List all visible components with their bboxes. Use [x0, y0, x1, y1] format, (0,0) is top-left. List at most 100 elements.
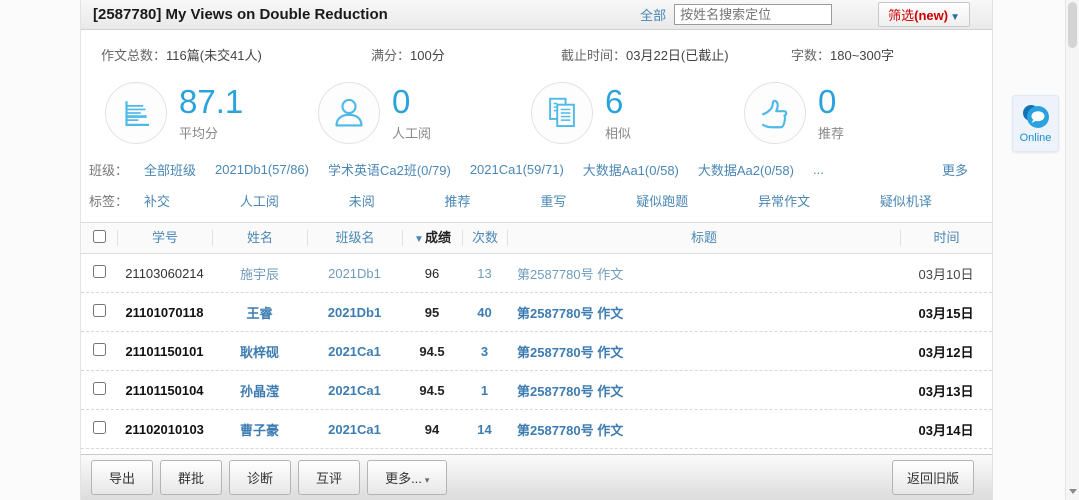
header-attempts[interactable]: 次数 [462, 230, 507, 246]
tag-filter-late[interactable]: 补交 [144, 191, 170, 210]
score-value: 94.5 [402, 344, 462, 359]
tag-filter-offtopic[interactable]: 疑似跑题 [636, 191, 688, 210]
header-score-sort[interactable]: ▼成绩 [402, 230, 462, 246]
essay-title-link[interactable]: 第2587780号 作文 [517, 423, 623, 438]
diagnose-button[interactable]: 诊断 [229, 460, 291, 495]
student-id: 21101150101 [117, 344, 212, 359]
tag-filter-rewrite[interactable]: 重写 [540, 191, 566, 210]
student-id: 21101070118 [117, 305, 212, 320]
tag-filter-machine-translated[interactable]: 疑似机译 [880, 191, 932, 210]
essay-title-link[interactable]: 第2587780号 作文 [517, 345, 623, 360]
class-filter-item[interactable]: 2021Ca1(59/71) [470, 162, 564, 177]
class-name-link[interactable]: 2021Ca1 [328, 344, 381, 359]
manual-review-value: 0 [392, 85, 431, 119]
class-name-link[interactable]: 2021Ca1 [328, 422, 381, 437]
all-filter-link[interactable]: 全部 [640, 5, 666, 24]
vertical-scrollbar[interactable] [1065, 0, 1079, 500]
recommend-label: 推荐 [818, 123, 844, 142]
summary-total: 作文总数：116篇(未交41人) [101, 45, 371, 64]
chevron-down-icon: ▼ [950, 12, 960, 23]
tag-filter-abnormal[interactable]: 异常作文 [758, 191, 810, 210]
essay-title-link[interactable]: 第2587780号 作文 [517, 306, 623, 321]
student-name-link[interactable]: 耿梓砚 [240, 345, 279, 360]
attempts-link[interactable]: 1 [481, 383, 488, 398]
student-name-link[interactable]: 曹子豪 [240, 423, 279, 438]
class-filter-ellipsis[interactable]: ... [813, 162, 824, 177]
score-value: 95 [402, 305, 462, 320]
manual-review-label: 人工阅 [392, 123, 431, 142]
header-class-name[interactable]: 班级名 [307, 230, 402, 246]
stat-circles: 87.1平均分 0人工阅 6相似 [81, 64, 992, 154]
table-row[interactable]: 21102010103 曹子豪 2021Ca1 94 14 第2587780号 … [81, 410, 992, 449]
table-row[interactable]: 21101150101 耿梓砚 2021Ca1 94.5 3 第2587780号… [81, 332, 992, 371]
class-name-link[interactable]: 2021Db1 [328, 305, 381, 320]
student-name-link[interactable]: 施宇辰 [240, 267, 279, 282]
filter-new-button[interactable]: 筛选(new)▼ [878, 2, 970, 27]
score-value: 94.5 [402, 383, 462, 398]
stat-manual-review: 0 人工阅 [318, 82, 531, 144]
table-row[interactable]: 21103060214 施宇辰 2021Db1 96 13 第2587780号 … [81, 254, 992, 293]
attempts-link[interactable]: 3 [481, 344, 488, 359]
tag-filter-unread[interactable]: 未阅 [349, 191, 375, 210]
summary-full-score: 满分：100分 [371, 45, 561, 64]
student-name-link[interactable]: 王睿 [246, 306, 272, 321]
peer-review-button[interactable]: 互评 [298, 460, 360, 495]
header-time[interactable]: 时间 [900, 230, 992, 246]
score-value: 96 [402, 266, 462, 281]
class-filter-all[interactable]: 全部班级 [144, 160, 196, 179]
class-row-label: 班级： [89, 160, 128, 179]
page-title: [2587780] My Views on Double Reduction [93, 6, 388, 23]
manual-review-icon [318, 82, 380, 144]
summary-deadline: 截止时间：03月22日(已截止) [561, 45, 791, 64]
online-chat-widget[interactable]: Online [1012, 95, 1059, 152]
class-name-link[interactable]: 2021Db1 [328, 266, 381, 281]
essay-title-link[interactable]: 第2587780号 作文 [517, 267, 623, 282]
attempts-link[interactable]: 13 [477, 266, 491, 281]
tag-filter-recommend[interactable]: 推荐 [445, 191, 471, 210]
similarity-value: 6 [605, 85, 631, 119]
essay-title-link[interactable]: 第2587780号 作文 [517, 384, 623, 399]
export-button[interactable]: 导出 [91, 460, 153, 495]
sort-desc-icon: ▼ [414, 234, 424, 245]
scroll-down-arrow-icon[interactable] [1069, 489, 1077, 494]
back-to-old-version-button[interactable]: 返回旧版 [892, 460, 974, 495]
average-score-icon [105, 82, 167, 144]
more-button[interactable]: 更多...▾ [367, 460, 447, 495]
student-id: 21103060214 [117, 266, 212, 281]
class-filter-row: 班级： 全部班级 2021Db1(57/86) 学术英语Ca2班(0/79) 2… [81, 156, 992, 183]
header-title[interactable]: 标题 [507, 230, 900, 246]
submit-time: 03月12日 [900, 342, 992, 361]
search-input[interactable] [674, 4, 832, 25]
filter-label: 筛选 [888, 8, 914, 23]
similarity-icon [531, 82, 593, 144]
chat-bubble-icon [1022, 104, 1050, 130]
class-more-link[interactable]: 更多 [942, 160, 968, 179]
tag-filter-manual-review[interactable]: 人工阅 [240, 191, 279, 210]
student-name-link[interactable]: 孙晶滢 [240, 384, 279, 399]
class-filter-item[interactable]: 学术英语Ca2班(0/79) [328, 160, 451, 179]
row-checkbox[interactable] [93, 343, 106, 356]
select-all-checkbox[interactable] [93, 230, 106, 243]
class-filter-item[interactable]: 大数据Aa2(0/58) [698, 160, 794, 179]
row-checkbox[interactable] [93, 382, 106, 395]
header-name[interactable]: 姓名 [212, 230, 307, 246]
header-student-id[interactable]: 学号 [117, 230, 212, 246]
student-id: 21101150104 [117, 383, 212, 398]
class-filter-item[interactable]: 2021Db1(57/86) [215, 162, 309, 177]
tag-row-label: 标签： [89, 191, 128, 210]
scrollbar-thumb[interactable] [1068, 2, 1077, 48]
class-name-link[interactable]: 2021Ca1 [328, 383, 381, 398]
recommend-value: 0 [818, 85, 844, 119]
class-filter-item[interactable]: 大数据Aa1(0/58) [583, 160, 679, 179]
table-row[interactable]: 21101150104 孙晶滢 2021Ca1 94.5 1 第2587780号… [81, 371, 992, 410]
row-checkbox[interactable] [93, 421, 106, 434]
table-header-row: 学号 姓名 班级名 ▼成绩 次数 标题 时间 [81, 222, 992, 254]
submit-time: 03月10日 [900, 264, 992, 283]
row-checkbox[interactable] [93, 304, 106, 317]
attempts-link[interactable]: 14 [477, 422, 491, 437]
table-row[interactable]: 21101070118 王睿 2021Db1 95 40 第2587780号 作… [81, 293, 992, 332]
attempts-link[interactable]: 40 [477, 305, 491, 320]
row-checkbox[interactable] [93, 265, 106, 278]
batch-grade-button[interactable]: 群批 [160, 460, 222, 495]
chevron-down-icon: ▾ [425, 475, 430, 485]
